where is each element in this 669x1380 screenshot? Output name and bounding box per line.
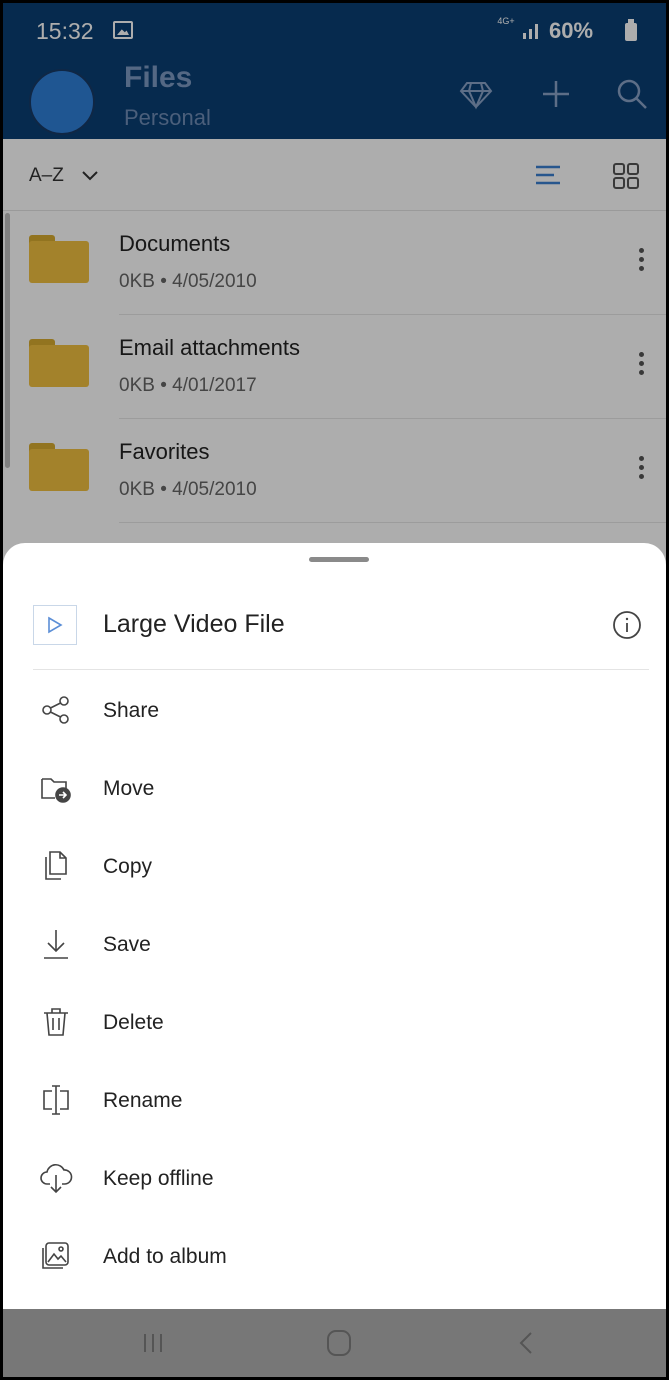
action-move[interactable]: Move xyxy=(3,751,666,829)
cloud-download-icon xyxy=(40,1164,73,1194)
action-add-to-album[interactable]: Add to album xyxy=(3,1219,666,1297)
video-file-icon xyxy=(33,605,77,645)
action-label: Copy xyxy=(103,855,153,878)
action-delete[interactable]: Delete xyxy=(3,985,666,1063)
rename-icon xyxy=(43,1085,69,1115)
action-keep-offline[interactable]: Keep offline xyxy=(3,1141,666,1219)
action-copy[interactable]: Copy xyxy=(3,829,666,907)
info-icon[interactable] xyxy=(611,609,643,641)
copy-icon xyxy=(45,851,67,880)
action-save[interactable]: Save xyxy=(3,907,666,985)
action-share[interactable]: Share xyxy=(3,673,666,751)
move-icon xyxy=(41,778,71,803)
trash-icon xyxy=(44,1008,68,1036)
recent-apps-icon[interactable] xyxy=(133,1326,173,1360)
action-label: Keep offline xyxy=(103,1167,214,1190)
system-nav-bar xyxy=(3,1309,666,1377)
action-label: Share xyxy=(103,699,160,722)
action-label: Save xyxy=(103,933,151,956)
share-icon xyxy=(42,696,69,724)
action-bottom-sheet: Large Video File Share Move Copy Save De… xyxy=(3,543,666,1309)
action-label: Delete xyxy=(103,1011,164,1034)
action-label: Add to album xyxy=(103,1245,227,1268)
action-label: Move xyxy=(103,777,155,800)
download-icon xyxy=(44,930,68,959)
action-label: Rename xyxy=(103,1089,183,1112)
home-icon[interactable] xyxy=(319,1326,359,1360)
phone-screen: 15:32 4G+ 60% Files Personal A–Z Documen… xyxy=(3,3,666,1377)
sheet-header: Large Video File xyxy=(3,583,666,669)
album-icon xyxy=(42,1242,69,1269)
drag-handle[interactable] xyxy=(309,557,369,562)
action-rename[interactable]: Rename xyxy=(3,1063,666,1141)
sheet-title: Large Video File xyxy=(103,610,285,638)
back-icon[interactable] xyxy=(507,1326,547,1360)
